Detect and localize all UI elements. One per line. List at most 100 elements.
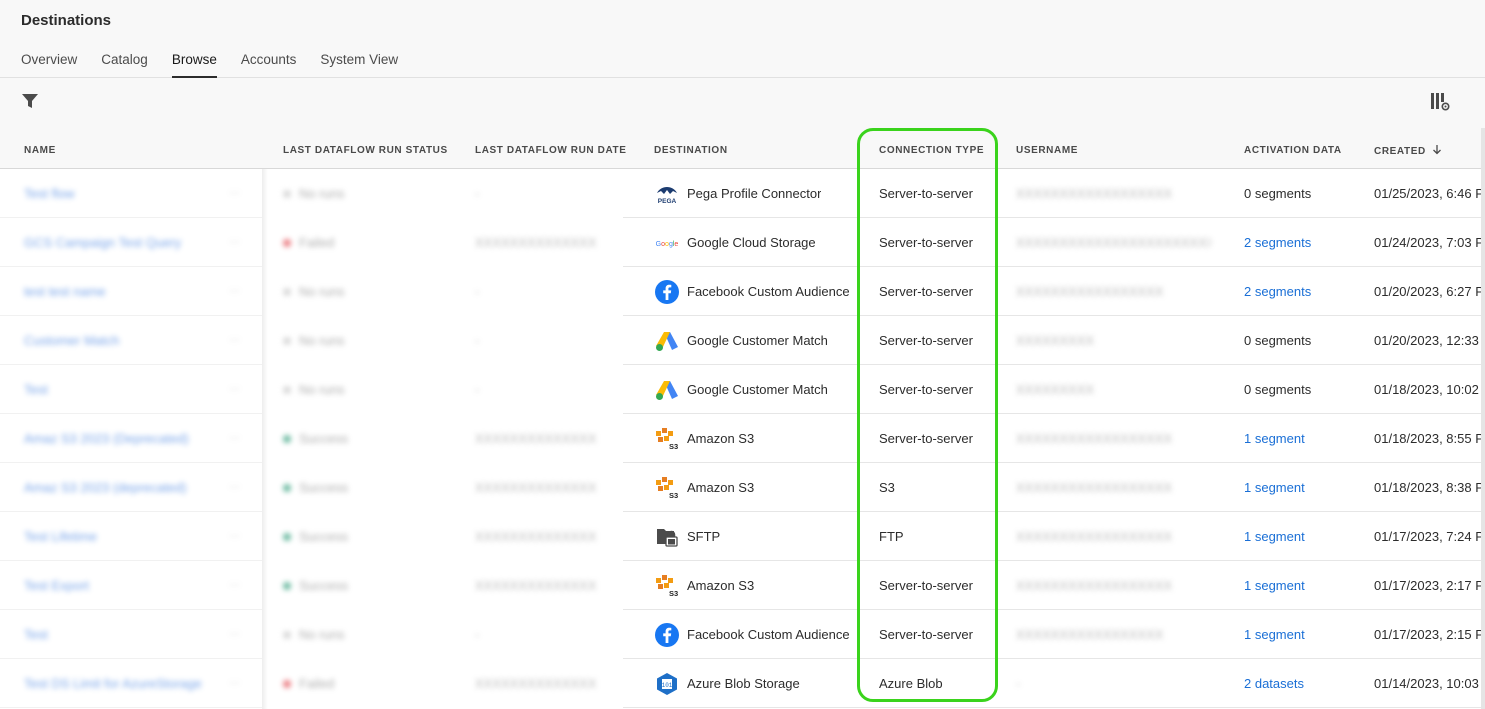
row-name-link[interactable]: Customer Match — [24, 316, 214, 365]
column-header-created[interactable]: CREATED — [1374, 145, 1442, 157]
row-more-icon[interactable]: ··· — [229, 316, 240, 365]
row-status-text: Success — [299, 480, 349, 495]
row-destination-name: SFTP — [687, 529, 721, 544]
row-activation-data[interactable]: 1 segment — [1244, 414, 1305, 463]
row-name-link[interactable]: Test Lifetime — [24, 512, 214, 561]
table-row[interactable]: Test DS Limit for AzureStorage ··· Failed X… — [0, 659, 1485, 708]
column-header-activation[interactable]: ACTIVATION DATA — [1244, 145, 1342, 156]
row-activation-data[interactable]: 1 segment — [1244, 463, 1305, 512]
row-more-icon[interactable]: ··· — [229, 267, 240, 316]
table-row[interactable]: Test Lifetime ··· Success XXXXXXXXXXXXXX SFT… — [0, 512, 1485, 561]
row-more-icon[interactable]: ··· — [229, 659, 240, 708]
row-name-link[interactable]: Amaz S3 2023 (Deprecated) — [24, 414, 214, 463]
row-more-icon[interactable]: ··· — [229, 610, 240, 659]
row-activation-data[interactable]: 2 segments — [1244, 267, 1311, 316]
column-header-connection-type[interactable]: CONNECTION TYPE — [879, 145, 984, 156]
row-connection-type: Server-to-server — [879, 578, 973, 593]
row-destination-name: Google Cloud Storage — [687, 235, 816, 250]
row-name-link[interactable]: Test flow — [24, 169, 214, 218]
row-name-link[interactable]: Amaz S3 2023 (deprecated) — [24, 463, 214, 512]
table-row[interactable]: GCS Campaign Test Query ··· Failed XXXXXXXX… — [0, 218, 1485, 267]
row-name-link[interactable]: Test — [24, 610, 214, 659]
column-header-name[interactable]: NAME — [24, 145, 56, 156]
page-header: Destinations Overview Catalog Browse Acc… — [0, 0, 1485, 78]
row-more-icon[interactable]: ··· — [229, 414, 240, 463]
row-username: XXXXXXXXXXXXXXXXXX — [1016, 480, 1173, 495]
svg-text:PEGA: PEGA — [658, 198, 677, 205]
row-activation-data[interactable]: 1 segment — [1244, 610, 1305, 659]
status-dot-icon — [283, 680, 291, 688]
row-status: Failed — [283, 659, 334, 708]
svg-text:Google: Google — [656, 241, 679, 248]
row-connection-type: Server-to-server — [879, 284, 973, 299]
row-name-link[interactable]: Test DS Limit for AzureStorage — [24, 659, 214, 708]
row-connection-type: Server-to-server — [879, 186, 973, 201]
row-activation-data[interactable]: 2 datasets — [1244, 659, 1304, 708]
row-destination-name: Google Customer Match — [687, 382, 828, 397]
row-created-date: 01/17/2023, 2:15 PM — [1374, 627, 1485, 642]
svg-text:S3: S3 — [669, 442, 678, 451]
table-row[interactable]: Amaz S3 2023 (Deprecated) ··· Success XXXXX… — [0, 414, 1485, 463]
table-row[interactable]: Amaz S3 2023 (deprecated) ··· Success XXXXX… — [0, 463, 1485, 512]
row-created-date: 01/17/2023, 7:24 PM — [1374, 529, 1485, 544]
amazon-s3-icon: S3 — [654, 475, 680, 501]
row-more-icon[interactable]: ··· — [229, 463, 240, 512]
column-header-username[interactable]: USERNAME — [1016, 145, 1078, 156]
column-header-date[interactable]: LAST DATAFLOW RUN DATE — [475, 145, 627, 156]
row-name-link[interactable]: GCS Campaign Test Query — [24, 218, 214, 267]
tab-overview[interactable]: Overview — [21, 52, 77, 78]
tab-browse[interactable]: Browse — [171, 52, 217, 78]
facebook-icon — [654, 622, 680, 648]
row-destination-name: Amazon S3 — [687, 578, 755, 593]
row-status: Success — [283, 512, 348, 561]
row-more-icon[interactable]: ··· — [229, 365, 240, 414]
column-header-destination[interactable]: DESTINATION — [654, 145, 728, 156]
row-status-text: No runs — [299, 627, 345, 642]
table-row[interactable]: test test name ··· No runs - Facebook Custom… — [0, 267, 1485, 316]
row-more-icon[interactable]: ··· — [229, 512, 240, 561]
row-status: No runs — [283, 365, 345, 414]
row-activation-data[interactable]: 1 segment — [1244, 561, 1305, 610]
vertical-scrollbar[interactable] — [1481, 128, 1485, 709]
row-activation-data[interactable]: 2 segments — [1244, 218, 1311, 267]
table-row[interactable]: Test ··· No runs - Google Customer Match Serv… — [0, 365, 1485, 414]
row-status-text: Success — [299, 578, 349, 593]
row-status: Failed — [283, 218, 334, 267]
row-name-link[interactable]: test test name — [24, 267, 214, 316]
table-row[interactable]: Test ··· No runs - Facebook Custom Audience S… — [0, 610, 1485, 659]
row-username: XXXXXXXXXXXXXXXXXX — [1016, 578, 1173, 593]
row-username: - — [1016, 676, 1021, 691]
row-username: XXXXXXXXX — [1016, 333, 1095, 348]
row-username: XXXXXXXXXXXXXXXXXXXXXXX — [1016, 235, 1211, 250]
row-more-icon[interactable]: ··· — [229, 169, 240, 218]
filter-icon[interactable] — [21, 92, 39, 110]
row-status: Success — [283, 414, 348, 463]
row-more-icon[interactable]: ··· — [229, 218, 240, 267]
tab-system-view[interactable]: System View — [320, 52, 398, 78]
status-dot-icon — [283, 288, 291, 296]
row-more-icon[interactable]: ··· — [229, 561, 240, 610]
tab-accounts[interactable]: Accounts — [241, 52, 297, 78]
row-status: No runs — [283, 169, 345, 218]
table-header: NAME LAST DATAFLOW RUN STATUS LAST DATAF… — [0, 128, 1485, 169]
row-username: XXXXXXXXXXXXXXXXXX — [1016, 529, 1173, 544]
google-ads-icon — [654, 377, 680, 403]
page-title: Destinations — [21, 12, 112, 29]
table-row[interactable]: Customer Match ··· No runs - Google Customer… — [0, 316, 1485, 365]
row-activation-data: 0 segments — [1244, 186, 1312, 201]
table-row[interactable]: Test flow ··· No runs - PEGA Pega Profile Con… — [0, 169, 1485, 218]
row-status-text: No runs — [299, 186, 345, 201]
row-created-date: 01/25/2023, 6:46 PM — [1374, 186, 1485, 201]
table-row[interactable]: Test Export ··· Success XXXXXXXXXXXXXX S3 Ama… — [0, 561, 1485, 610]
column-header-status[interactable]: LAST DATAFLOW RUN STATUS — [283, 145, 448, 156]
tab-catalog[interactable]: Catalog — [101, 52, 148, 78]
row-created-date: 01/18/2023, 8:55 PM — [1374, 431, 1485, 446]
row-name-link[interactable]: Test — [24, 365, 214, 414]
sort-descending-icon[interactable] — [1432, 145, 1442, 155]
row-name-link[interactable]: Test Export — [24, 561, 214, 610]
column-settings-icon[interactable] — [1430, 92, 1452, 112]
row-connection-type: Server-to-server — [879, 431, 973, 446]
row-activation-data[interactable]: 1 segment — [1244, 512, 1305, 561]
row-destination-name: Amazon S3 — [687, 480, 755, 495]
row-status-text: No runs — [299, 333, 345, 348]
